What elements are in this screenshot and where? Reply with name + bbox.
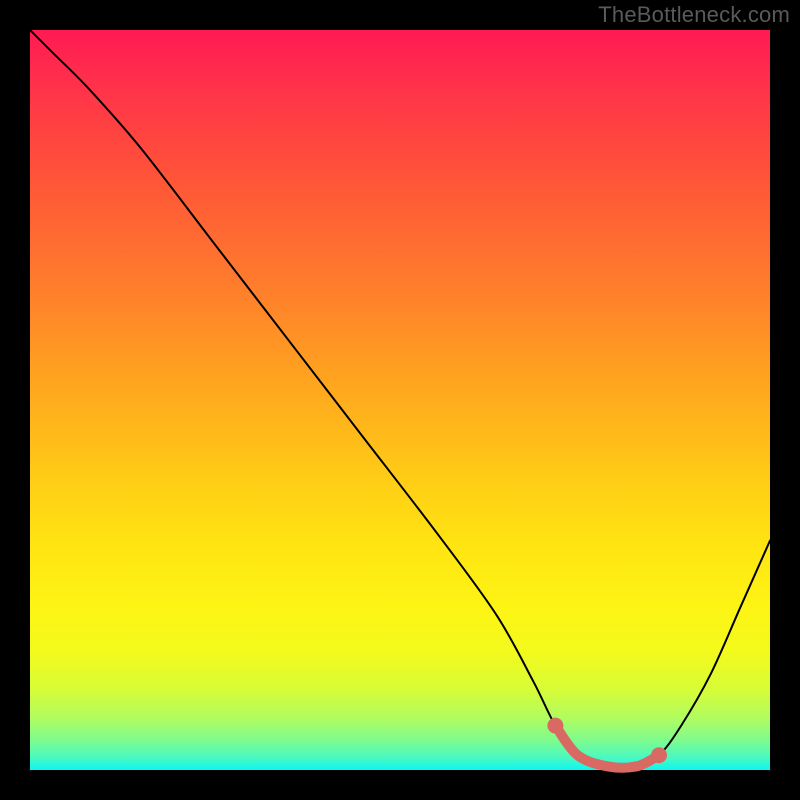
bottleneck-highlight — [555, 726, 659, 768]
curve-layer — [30, 30, 770, 770]
chart-frame: TheBottleneck.com — [0, 0, 800, 800]
plot-area — [30, 30, 770, 770]
watermark-text: TheBottleneck.com — [598, 2, 790, 28]
highlight-dot-end — [651, 747, 667, 763]
bottleneck-curve — [30, 30, 770, 768]
highlight-dot-start — [547, 718, 563, 734]
